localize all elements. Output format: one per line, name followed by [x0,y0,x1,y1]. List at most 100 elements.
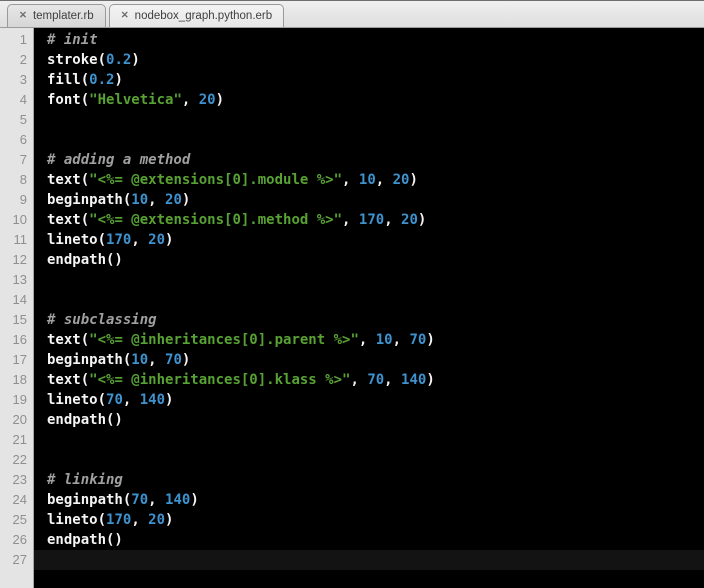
line-number: 14 [12,292,27,307]
line-number: 21 [12,432,27,447]
code-line[interactable] [34,450,704,470]
line-number: 16 [12,332,27,347]
code-token: 10 [375,332,393,348]
code-token: ) [409,172,418,188]
line-number: 10 [12,212,27,227]
code-token: 20 [392,172,410,188]
tab-templater-rb[interactable]: ✕ templater.rb [7,4,106,27]
line-number: 17 [12,352,27,367]
code-token: , [148,492,166,508]
code-editor[interactable]: 1 2 3 4 5 6 7 8 9 10 11 12 13 14 15 16 17 18 19 20 21 22 23 24 2… [0,28,704,588]
code-token: 10 [131,192,149,208]
code-line[interactable]: lineto(170, 20) [34,230,704,250]
code-token: 20 [401,212,418,228]
tab-bar: ✕ templater.rb ✕ nodebox_graph.python.er… [0,0,704,28]
code-line[interactable]: beginpath(10, 70) [34,350,704,370]
close-icon[interactable]: ✕ [121,11,129,21]
tab-label: nodebox_graph.python.erb [134,10,273,22]
code-token: text( [47,212,90,228]
code-token: text( [47,332,90,348]
code-token: endpath() [47,252,123,268]
code-token: 170 [106,512,132,528]
code-token: ) [131,52,140,68]
code-token: 0.2 [106,52,132,68]
line-number: 1 [19,32,27,47]
code-token: 170 [106,232,132,248]
code-line[interactable]: # linking [34,470,704,490]
code-token: , [181,92,199,108]
code-token: 70 [106,392,123,408]
code-line[interactable]: # init [34,30,704,50]
code-line[interactable]: endpath() [34,530,704,550]
close-icon[interactable]: ✕ [19,11,27,21]
tab-label: templater.rb [32,10,94,22]
code-token: ) [426,332,435,348]
code-token: ) [165,232,174,248]
code-line[interactable]: text("<%= @extensions[0].method %>", 170… [34,210,704,230]
code-token: , [342,212,359,228]
line-number: 25 [12,512,27,527]
line-number: 6 [19,132,27,147]
code-line[interactable]: # subclassing [34,310,704,330]
code-line[interactable]: beginpath(70, 140) [34,490,704,510]
line-number: 20 [12,412,27,427]
code-token: beginpath( [47,192,132,208]
code-line[interactable]: stroke(0.2) [34,50,704,70]
code-line[interactable] [34,270,704,290]
code-line[interactable]: font("Helvetica", 20) [34,90,704,110]
code-line[interactable]: # adding a method [34,150,704,170]
line-number: 26 [12,532,27,547]
code-token: , [342,172,359,188]
code-token: # subclassing [47,312,157,328]
code-token: 140 [401,372,427,388]
line-number: 13 [12,272,27,287]
code-token: , [392,332,410,348]
code-line[interactable]: beginpath(10, 20) [34,190,704,210]
line-number: 2 [19,52,27,67]
code-token: 10 [358,172,376,188]
code-token: "<%= @extensions[0].method %>" [89,212,343,228]
code-line[interactable]: fill(0.2) [34,70,704,90]
code-line[interactable]: text("<%= @extensions[0].module %>", 10,… [34,170,704,190]
code-token: ) [165,512,174,528]
code-token: ) [165,392,174,408]
code-line[interactable] [34,290,704,310]
code-token: , [148,192,166,208]
code-token: 20 [148,232,166,248]
line-number: 18 [12,372,27,387]
code-token: 140 [165,492,191,508]
code-token: 140 [139,392,166,408]
code-token: , [358,332,376,348]
line-number: 8 [19,172,27,187]
code-line[interactable] [34,550,704,570]
code-token: ) [190,492,199,508]
code-token: endpath() [47,412,123,428]
line-number: 5 [19,112,27,127]
code-token: 70 [131,492,149,508]
line-number: 11 [13,232,28,247]
tab-nodebox-graph-python-erb[interactable]: ✕ nodebox_graph.python.erb [108,4,285,27]
code-token: fill( [47,72,90,88]
code-line[interactable]: endpath() [34,250,704,270]
code-area[interactable]: # init stroke(0.2) fill(0.2) font("Helvetic… [34,28,704,588]
line-number-gutter: 1 2 3 4 5 6 7 8 9 10 11 12 13 14 15 16 17 18 19 20 21 22 23 24 2… [0,28,34,588]
code-token: font( [47,92,90,108]
line-number: 19 [12,392,27,407]
code-token: , [384,372,402,388]
line-number: 23 [12,472,27,487]
line-number: 24 [12,492,27,507]
code-token: 70 [367,372,385,388]
code-line[interactable] [34,130,704,150]
code-token: ) [426,372,435,388]
code-token: , [131,512,149,528]
code-token: "<%= @extensions[0].module %>" [89,172,343,188]
code-token: endpath() [47,532,123,548]
code-line[interactable]: text("<%= @inheritances[0].klass %>", 70… [34,370,704,390]
code-token: 20 [198,92,216,108]
code-line[interactable]: endpath() [34,410,704,430]
code-line[interactable]: text("<%= @inheritances[0].parent %>", 1… [34,330,704,350]
code-line[interactable] [34,110,704,130]
code-line[interactable] [34,430,704,450]
code-line[interactable]: lineto(70, 140) [34,390,704,410]
code-line[interactable]: lineto(170, 20) [34,510,704,530]
